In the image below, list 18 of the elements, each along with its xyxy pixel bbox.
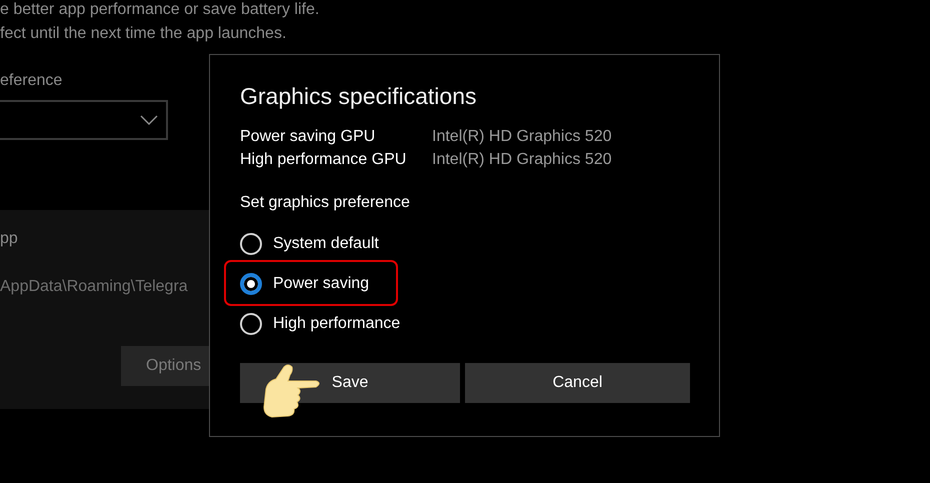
chevron-down-icon [140,115,158,125]
preference-heading: Set graphics preference [240,194,411,212]
app-name: pp [0,230,19,248]
dialog-title: Graphics specifications [240,83,478,110]
spec-value: Intel(R) HD Graphics 520 [432,127,613,147]
radio-label[interactable]: System default [273,235,379,253]
options-button[interactable]: Options [121,346,209,386]
radio-label[interactable]: High performance [273,315,400,333]
cancel-button[interactable]: Cancel [465,363,690,403]
radio-button[interactable] [240,273,262,295]
description-text: e better app performance or save battery life. [0,0,320,20]
description-text: fect until the next time the app launches. [0,24,288,44]
radio-label[interactable]: Power saving [273,275,370,293]
spec-label: Power saving GPU [240,127,376,147]
app-path: AppData\Roaming\Telegra [0,278,189,296]
spec-label: High performance GPU [240,150,408,170]
preference-label: eference [0,72,64,90]
spec-value: Intel(R) HD Graphics 520 [432,150,613,170]
